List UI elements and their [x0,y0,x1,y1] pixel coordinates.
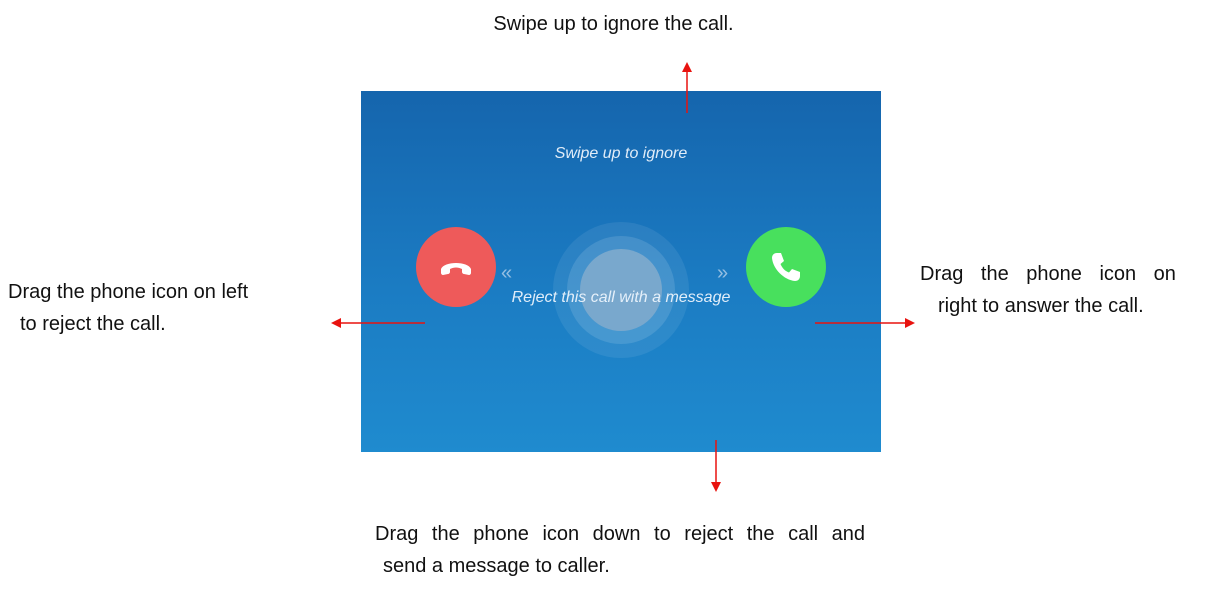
chevron-right-icon: » [717,262,729,284]
caption-reject-message-line2: send a message to caller. [383,555,610,577]
caption-reject-message: Drag the phone icon down to reject the c… [375,518,975,582]
caption-reject-line2: to reject the call. [20,313,166,335]
phone-answer-icon [772,253,800,281]
caption-reject-line1: Drag the phone icon on left [8,281,249,303]
caption-swipe-up: Swipe up to ignore the call. [493,13,734,35]
caption-answer-line1: Drag the phone icon on [920,263,1176,285]
caption-reject-message-line1: Drag the phone icon down to reject the c… [375,523,866,545]
reject-with-message-hint[interactable]: Reject this call with a message [361,289,881,307]
caption-answer: Drag the phone icon on right to answer t… [920,258,1220,322]
swipe-up-hint[interactable]: Swipe up to ignore [361,145,881,163]
incoming-call-screen: Swipe up to ignore « » Reject this call … [361,91,881,452]
caption-answer-line2: right to answer the call. [938,295,1144,317]
phone-hangup-icon [441,263,471,275]
chevron-left-icon: « [501,262,513,284]
caption-reject: Drag the phone icon on left to reject th… [8,276,308,340]
